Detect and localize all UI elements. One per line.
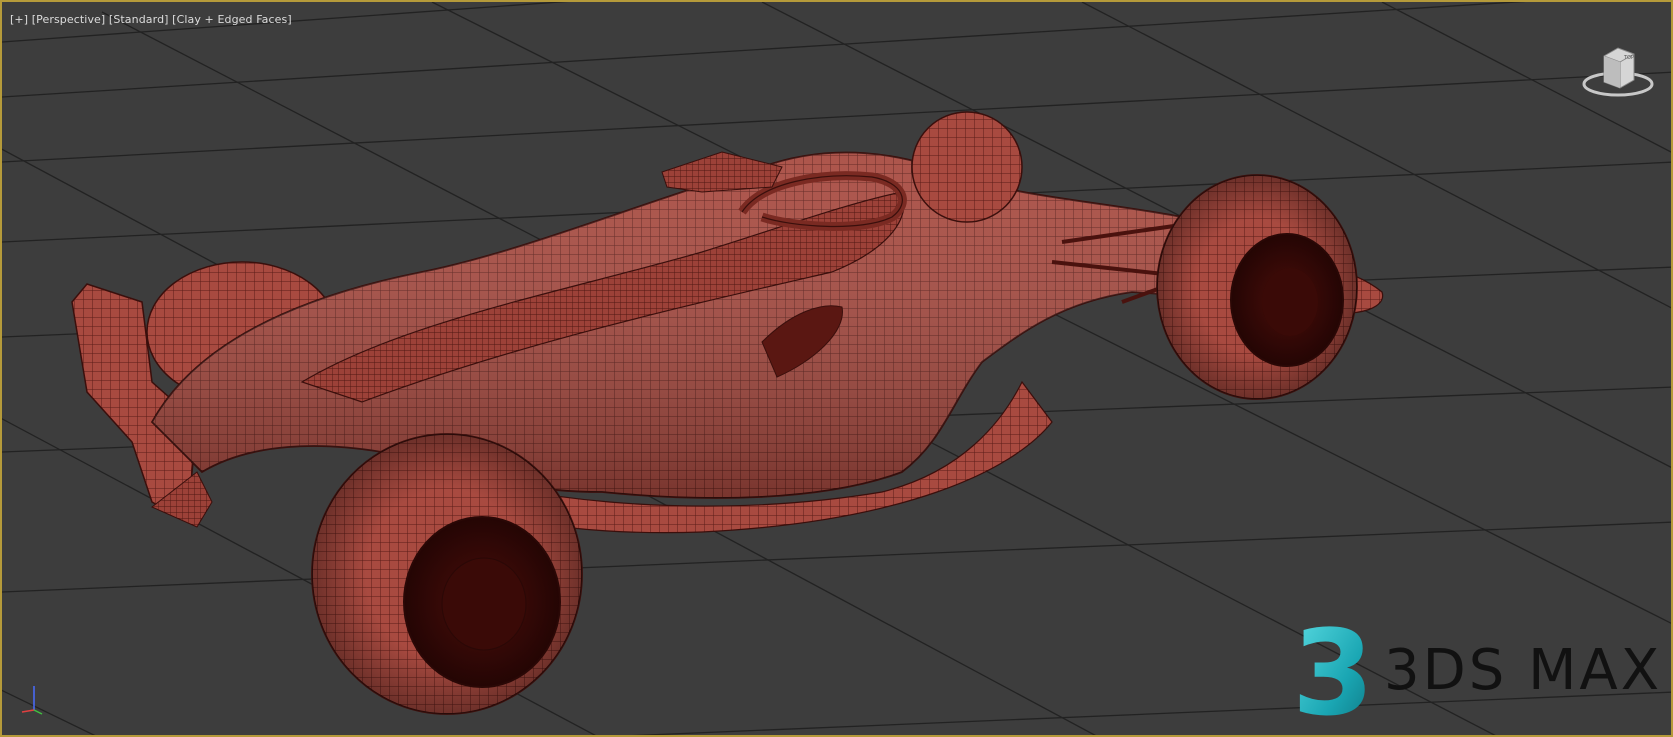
front-right-wheel bbox=[1156, 174, 1358, 400]
viewport-shading-menu[interactable]: [Clay + Edged Faces] bbox=[172, 13, 292, 26]
brand-logo: 3 3DS MAX bbox=[1288, 618, 1659, 728]
front-left-tire bbox=[911, 111, 1023, 223]
viewport-plus-menu[interactable]: [+] bbox=[10, 13, 28, 26]
viewport-view-menu[interactable]: [Perspective] bbox=[32, 13, 106, 26]
viewport-mode-menu[interactable]: [Standard] bbox=[109, 13, 169, 26]
viewcube-icon[interactable]: TOP bbox=[1580, 42, 1656, 98]
3ds-max-logo-icon: 3 bbox=[1292, 618, 1374, 726]
perspective-viewport[interactable]: [+] [Perspective] [Standard] [Clay + Edg… bbox=[0, 0, 1673, 737]
airbox bbox=[661, 151, 783, 193]
brand-text: 3DS MAX bbox=[1384, 638, 1663, 703]
axis-tripod-icon bbox=[21, 686, 43, 715]
viewcube-face-label: TOP bbox=[1623, 55, 1634, 61]
rear-right-wheel bbox=[311, 433, 583, 715]
viewport-label-menu: [+] [Perspective] [Standard] [Clay + Edg… bbox=[10, 13, 292, 26]
logo-glyph: 3 bbox=[1292, 618, 1374, 726]
